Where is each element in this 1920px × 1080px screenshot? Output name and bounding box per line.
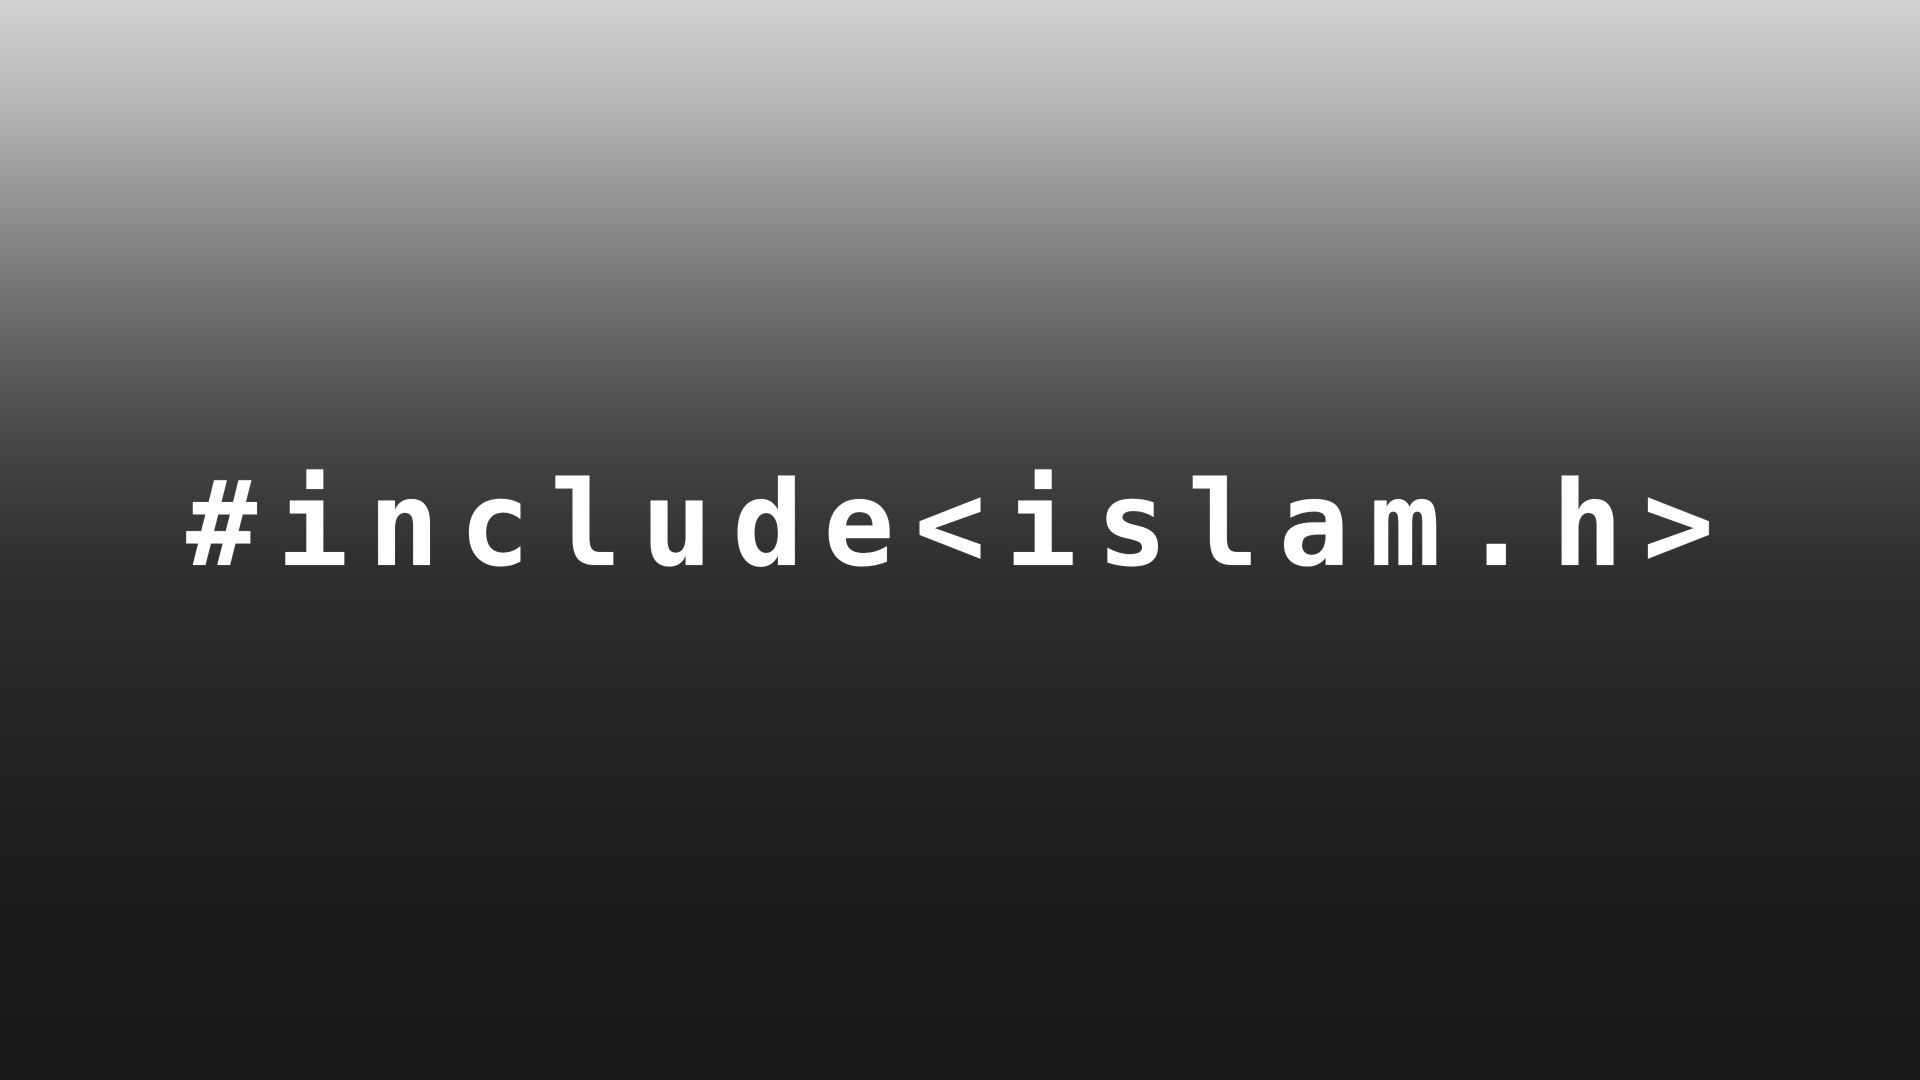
include-directive-text: #include<islam.h> <box>186 455 1734 593</box>
wallpaper-background: #include<islam.h> <box>0 0 1920 1080</box>
